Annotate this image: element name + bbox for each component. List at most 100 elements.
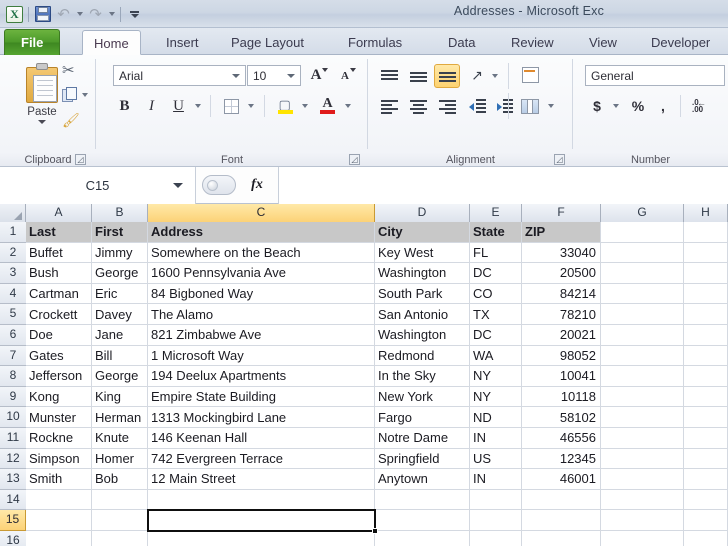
- cell-G5[interactable]: [601, 304, 684, 325]
- cell-G6[interactable]: [601, 325, 684, 346]
- underline-button[interactable]: U: [167, 95, 190, 117]
- row-header-7[interactable]: 7: [0, 345, 26, 367]
- column-header-e[interactable]: E: [470, 204, 522, 222]
- cell-D11[interactable]: Notre Dame: [375, 428, 470, 449]
- tab-formulas[interactable]: Formulas: [337, 30, 413, 55]
- cell-E10[interactable]: ND: [470, 407, 522, 428]
- cell-E14[interactable]: [470, 489, 522, 511]
- cell-G8[interactable]: [601, 366, 684, 387]
- cell-E6[interactable]: DC: [470, 325, 522, 346]
- row-header-9[interactable]: 9: [0, 386, 26, 408]
- cell-D5[interactable]: San Antonio: [375, 304, 470, 325]
- column-header-f[interactable]: F: [522, 204, 601, 222]
- row-header-16[interactable]: 16: [0, 531, 26, 546]
- format-painter-button[interactable]: 🖌: [62, 113, 88, 137]
- column-header-c[interactable]: C: [148, 204, 375, 222]
- cell-B15[interactable]: [92, 510, 148, 531]
- cell-D1[interactable]: City: [375, 222, 470, 243]
- chevron-down-icon[interactable]: [82, 93, 88, 97]
- cell-A2[interactable]: Buffet: [26, 242, 92, 264]
- row-header-2[interactable]: 2: [0, 242, 26, 264]
- cell-G14[interactable]: [601, 489, 684, 511]
- font-color-button[interactable]: A: [316, 95, 339, 117]
- cell-E12[interactable]: US: [470, 448, 522, 470]
- cell-D3[interactable]: Washington: [375, 263, 470, 284]
- cell-D15[interactable]: [375, 510, 470, 531]
- currency-dropdown[interactable]: [609, 95, 621, 117]
- fill-color-dropdown[interactable]: [298, 95, 310, 117]
- row-header-11[interactable]: 11: [0, 428, 26, 449]
- cell-B8[interactable]: George: [92, 366, 148, 387]
- row-header-1[interactable]: 1: [0, 222, 26, 243]
- cell-E1[interactable]: State: [470, 222, 522, 243]
- cell-F14[interactable]: [522, 489, 601, 511]
- row-header-12[interactable]: 12: [0, 448, 26, 470]
- cell-H13[interactable]: [684, 469, 728, 490]
- column-header-h[interactable]: H: [684, 204, 728, 222]
- cell-D13[interactable]: Anytown: [375, 469, 470, 490]
- formula-input[interactable]: [278, 166, 728, 204]
- cell-F4[interactable]: 84214: [522, 283, 601, 305]
- expand-formula-bar-button[interactable]: [202, 175, 236, 195]
- cell-G9[interactable]: [601, 386, 684, 408]
- fill-handle[interactable]: [372, 527, 378, 534]
- cell-F2[interactable]: 33040: [522, 242, 601, 264]
- cell-G13[interactable]: [601, 469, 684, 490]
- cell-F5[interactable]: 78210: [522, 304, 601, 325]
- cell-A13[interactable]: Smith: [26, 469, 92, 490]
- cell-C3[interactable]: 1600 Pennsylvania Ave: [148, 263, 375, 284]
- cell-D6[interactable]: Washington: [375, 325, 470, 346]
- cell-G3[interactable]: [601, 263, 684, 284]
- cell-G15[interactable]: [601, 510, 684, 531]
- orientation-dropdown[interactable]: [488, 65, 500, 87]
- cell-D12[interactable]: Springfield: [375, 448, 470, 470]
- cell-C12[interactable]: 742 Evergreen Terrace: [148, 448, 375, 470]
- cell-E8[interactable]: NY: [470, 366, 522, 387]
- cell-H10[interactable]: [684, 407, 728, 428]
- cell-F11[interactable]: 46556: [522, 428, 601, 449]
- borders-dropdown[interactable]: [244, 95, 256, 117]
- cell-B14[interactable]: [92, 489, 148, 511]
- cell-B2[interactable]: Jimmy: [92, 242, 148, 264]
- align-right-button[interactable]: [434, 95, 460, 117]
- align-bottom-button[interactable]: [434, 64, 460, 88]
- merge-center-button[interactable]: [517, 95, 543, 117]
- alignment-dialog-launcher[interactable]: ◿: [554, 154, 565, 165]
- active-cell-selection[interactable]: [147, 509, 378, 534]
- name-box[interactable]: C15: [0, 166, 196, 204]
- row-header-6[interactable]: 6: [0, 325, 26, 346]
- cell-C4[interactable]: 84 Bigboned Way: [148, 283, 375, 305]
- increase-indent-button[interactable]: [492, 95, 516, 117]
- chevron-down-icon[interactable]: [287, 73, 295, 78]
- cell-C1[interactable]: Address: [148, 222, 375, 243]
- decrease-indent-button[interactable]: [465, 95, 489, 117]
- cell-C5[interactable]: The Alamo: [148, 304, 375, 325]
- cell-G12[interactable]: [601, 448, 684, 470]
- cell-D14[interactable]: [375, 489, 470, 511]
- cell-H4[interactable]: [684, 283, 728, 305]
- tab-data[interactable]: Data: [437, 30, 486, 55]
- cell-E9[interactable]: NY: [470, 386, 522, 408]
- cell-H2[interactable]: [684, 242, 728, 264]
- cell-F7[interactable]: 98052: [522, 345, 601, 367]
- row-header-14[interactable]: 14: [0, 489, 26, 511]
- borders-button[interactable]: [220, 95, 243, 117]
- insert-function-icon[interactable]: fx: [236, 177, 278, 193]
- cell-H9[interactable]: [684, 386, 728, 408]
- row-header-4[interactable]: 4: [0, 283, 26, 305]
- italic-button[interactable]: I: [140, 95, 163, 117]
- cell-B11[interactable]: Knute: [92, 428, 148, 449]
- cell-E11[interactable]: IN: [470, 428, 522, 449]
- cell-A16[interactable]: [26, 531, 92, 546]
- cell-F6[interactable]: 20021: [522, 325, 601, 346]
- chevron-down-icon[interactable]: [232, 73, 240, 78]
- cell-A8[interactable]: Jefferson: [26, 366, 92, 387]
- cell-A6[interactable]: Doe: [26, 325, 92, 346]
- row-header-3[interactable]: 3: [0, 263, 26, 284]
- chevron-down-icon[interactable]: [38, 120, 46, 124]
- cell-E7[interactable]: WA: [470, 345, 522, 367]
- cell-F3[interactable]: 20500: [522, 263, 601, 284]
- cell-E2[interactable]: FL: [470, 242, 522, 264]
- cell-A9[interactable]: Kong: [26, 386, 92, 408]
- cell-C8[interactable]: 194 Deelux Apartments: [148, 366, 375, 387]
